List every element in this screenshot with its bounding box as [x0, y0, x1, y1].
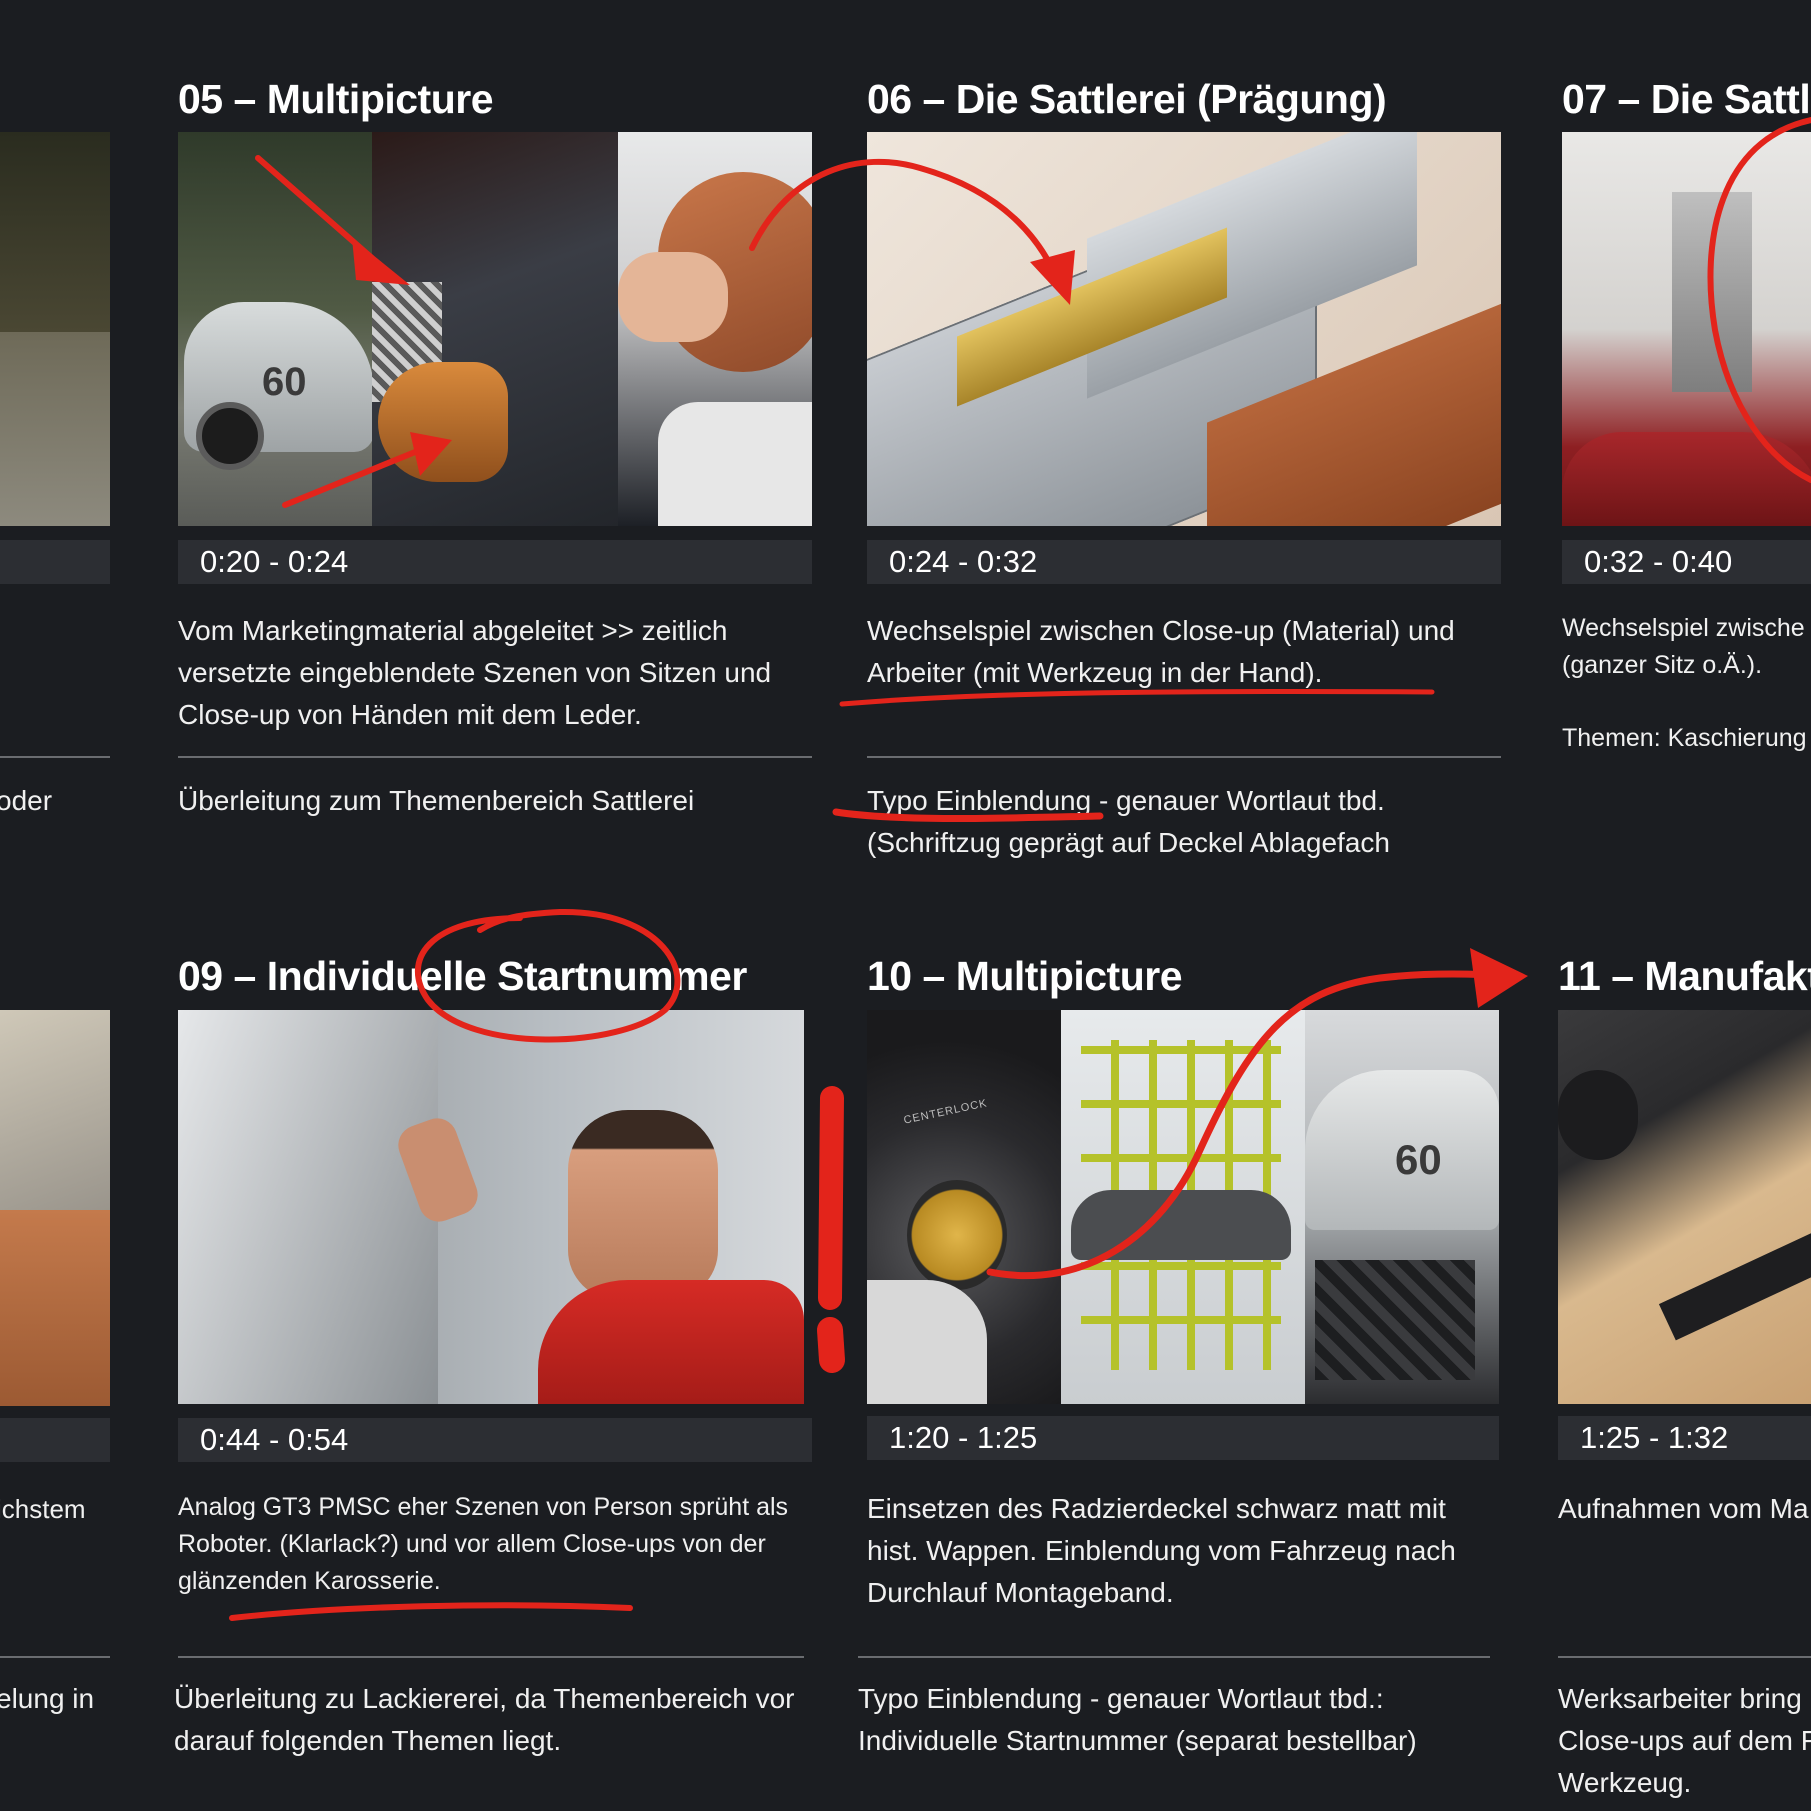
panel-06-divider — [867, 756, 1501, 758]
red-underline-icon — [229, 1602, 633, 1621]
panel-09-description: Analog GT3 PMSC eher Szenen von Person s… — [178, 1493, 789, 1595]
panel-09-note: Überleitung zu Lackiererei, da Themenber… — [174, 1683, 795, 1756]
panel-09-title: 09 – Individuelle Startnummer — [178, 953, 747, 999]
panel-06-time: 0:24 - 0:32 — [867, 540, 1501, 584]
panel-10-note: Typo Einblendung - genauer Wortlaut tbd.… — [858, 1683, 1417, 1756]
wheel-cap-label: CENTERLOCK — [902, 1097, 989, 1127]
red-exclamation-mark-icon — [818, 1086, 844, 1310]
photo-partial-left-row1 — [0, 132, 110, 526]
photo-workbench-scene — [1558, 1010, 1811, 1404]
photo-partial-left-row2 — [0, 1010, 110, 1406]
panel-10-description: Einsetzen des Radzierdeckel schwarz matt… — [867, 1493, 1456, 1608]
photo-hands-scene — [618, 132, 812, 526]
panel-07-photo — [1562, 132, 1811, 526]
panel-05-photo: 60 — [178, 132, 812, 526]
storyboard-page: oder ichstem elung in 05 – Multipicture … — [0, 0, 1811, 1811]
panel-11-photo — [1558, 1010, 1811, 1404]
panel-11-divider — [1558, 1656, 1811, 1658]
panel-09-time: 0:44 - 0:54 — [178, 1418, 812, 1462]
divider-partial-left-row1 — [0, 756, 110, 758]
panel-07-title: 07 – Die Sattler — [1562, 76, 1811, 122]
panel-09-photo — [178, 1010, 804, 1404]
photo-embossing-plate — [867, 132, 1501, 526]
photo-car-lift-scene: 60 — [1305, 1010, 1499, 1404]
panel-10-title: 10 – Multipicture — [867, 953, 1183, 999]
panel-05-description: Vom Marketingmaterial abgeleitet >> zeit… — [178, 615, 772, 730]
time-bar-partial-left-row1 — [0, 540, 110, 584]
note-partial-left-row1: oder — [0, 785, 53, 816]
panel-06-note: Typo Einblendung - genauer Wortlaut tbd.… — [867, 785, 1390, 858]
panel-05-note: Überleitung zum Themenbereich Sattlerei — [178, 785, 695, 816]
car-number-label: 60 — [262, 360, 307, 404]
note-partial-left-row2: elung in — [0, 1683, 95, 1714]
divider-partial-left-row2 — [0, 1656, 110, 1658]
photo-painter-scene — [178, 1010, 804, 1404]
photo-car-scene: 60 — [178, 132, 372, 526]
photo-workshop-scene — [1562, 132, 1811, 526]
panel-11-description: Aufnahmen vom Ma — [1558, 1493, 1809, 1524]
time-bar-partial-left-row2 — [0, 1418, 110, 1462]
panel-06-photo — [867, 132, 1501, 526]
panel-10-photo: CENTERLOCK 60 — [867, 1010, 1499, 1404]
panel-05-divider — [178, 756, 812, 758]
description-partial-left-row2: ichstem — [0, 1494, 86, 1524]
panel-07-time: 0:32 - 0:40 — [1562, 540, 1811, 584]
panel-06-description: Wechselspiel zwischen Close-up (Material… — [867, 615, 1455, 688]
photo-assembly-line-scene — [1061, 1010, 1305, 1404]
panel-07-themes: Themen: Kaschierung — [1562, 724, 1807, 752]
panel-05-title: 05 – Multipicture — [178, 76, 494, 122]
panel-11-title: 11 – Manufaktu — [1558, 953, 1811, 999]
panel-09-divider — [178, 1656, 804, 1658]
panel-11-note: Werksarbeiter bring Close-ups auf dem F … — [1558, 1683, 1811, 1798]
panel-07-description: Wechselspiel zwische (ganzer Sitz o.Ä.). — [1562, 614, 1805, 679]
panel-05-time: 0:20 - 0:24 — [178, 540, 812, 584]
car-number-label-lift: 60 — [1395, 1136, 1442, 1183]
panel-10-divider — [858, 1656, 1490, 1658]
photo-seat-scene — [372, 132, 618, 526]
panel-10-time: 1:20 - 1:25 — [867, 1416, 1499, 1460]
panel-11-time: 1:25 - 1:32 — [1558, 1416, 1811, 1460]
photo-wheel-cap-scene: CENTERLOCK — [867, 1010, 1061, 1404]
panel-06-title: 06 – Die Sattlerei (Prägung) — [867, 76, 1387, 122]
